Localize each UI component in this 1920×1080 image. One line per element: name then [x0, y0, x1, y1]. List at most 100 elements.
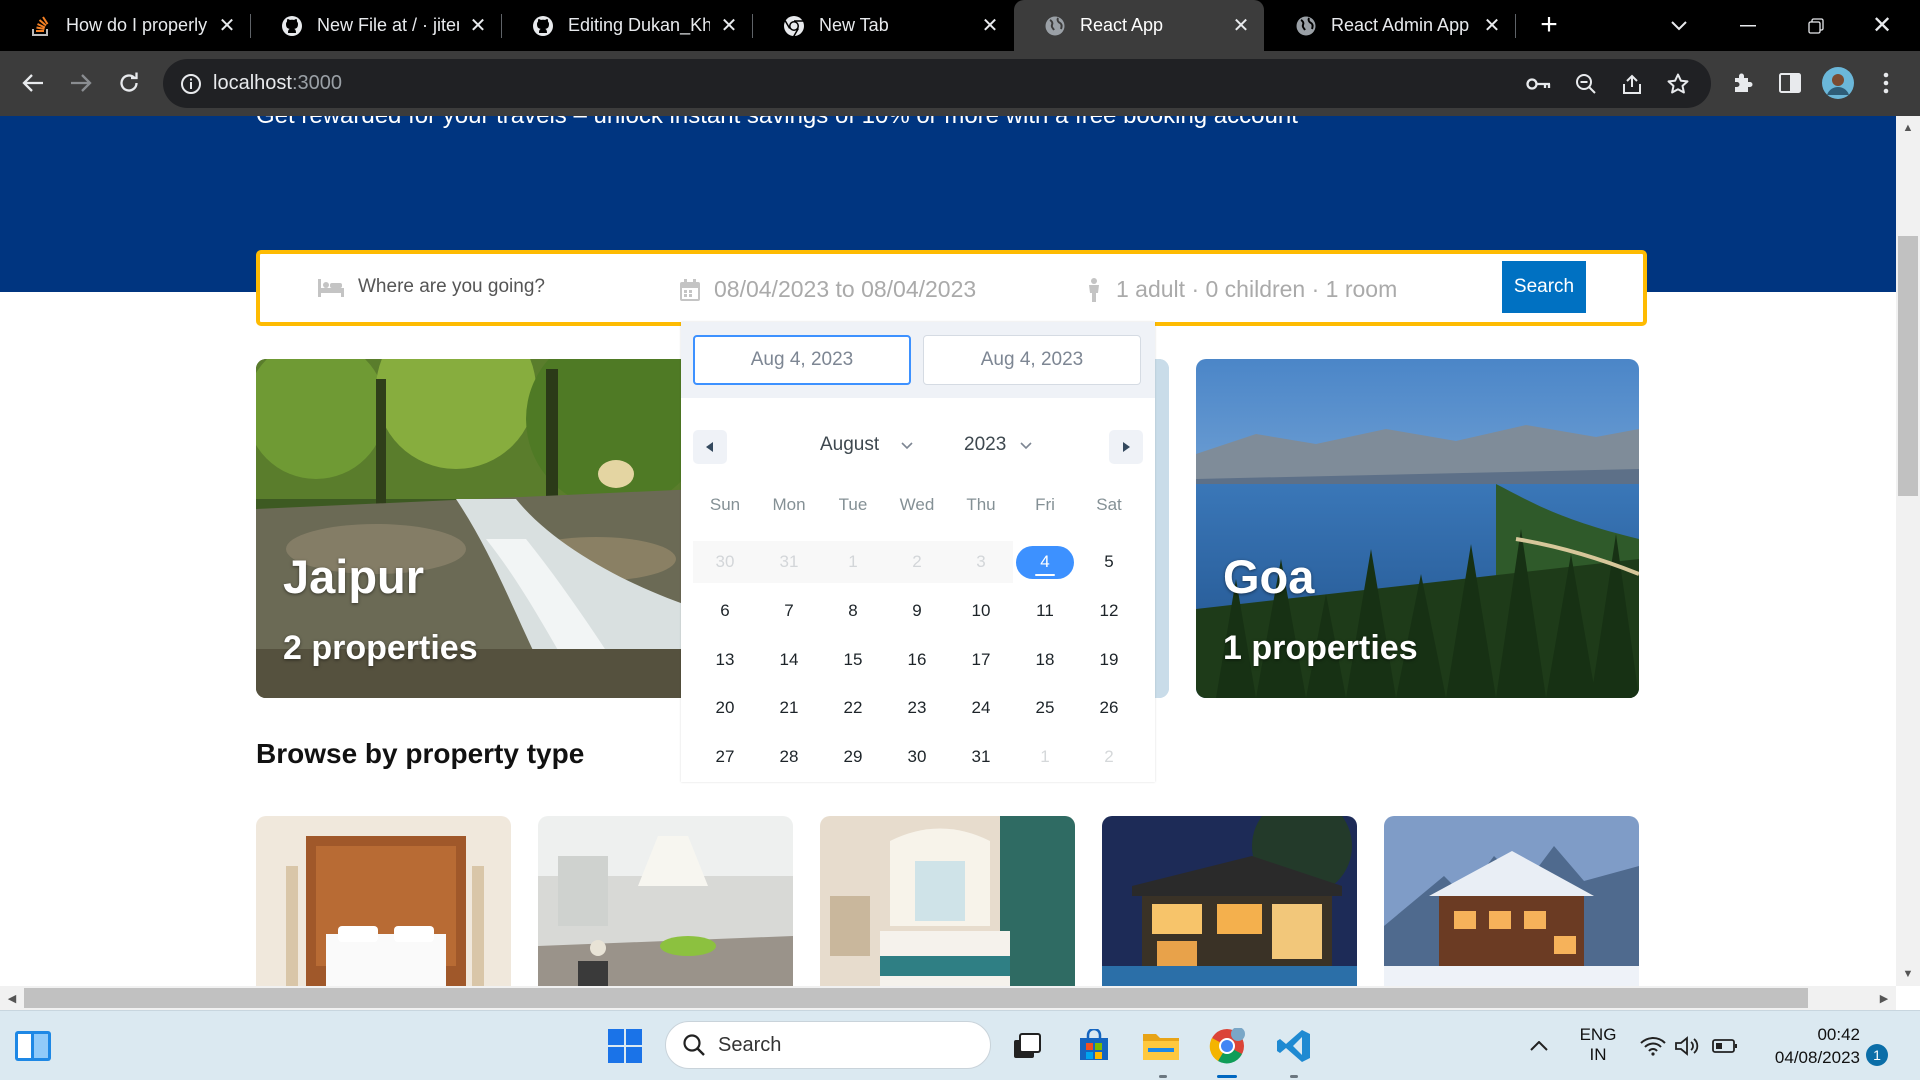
scroll-right-arrow-icon[interactable]: ▶	[1872, 986, 1896, 1010]
calendar-day[interactable]: 23	[885, 687, 949, 729]
scroll-down-arrow-icon[interactable]: ▼	[1896, 962, 1920, 986]
calendar-day[interactable]: 17	[949, 639, 1013, 681]
tab-search-icon[interactable]	[1652, 0, 1706, 51]
property-type-hotel[interactable]	[256, 816, 511, 986]
close-icon[interactable]: ✕	[979, 15, 1001, 37]
widgets-icon[interactable]	[12, 1025, 54, 1067]
calendar-day[interactable]: 29	[821, 736, 885, 778]
prev-month-button[interactable]	[693, 430, 727, 464]
calendar-day[interactable]: 27	[693, 736, 757, 778]
close-icon[interactable]: ✕	[718, 15, 740, 37]
calendar-day[interactable]: 7	[757, 590, 821, 632]
restore-icon[interactable]	[1789, 0, 1843, 51]
file-explorer-icon[interactable]	[1140, 1025, 1182, 1067]
calendar-day[interactable]: 13	[693, 639, 757, 681]
close-icon[interactable]: ✕	[1230, 15, 1252, 37]
calendar-day[interactable]: 8	[821, 590, 885, 632]
tab-new-tab[interactable]: New Tab ✕	[753, 0, 1013, 51]
calendar-day[interactable]: 22	[821, 687, 885, 729]
search-button[interactable]: Search	[1502, 261, 1586, 313]
address-bar[interactable]: localhost:3000	[163, 59, 1711, 108]
language-indicator[interactable]: ENG IN	[1574, 1025, 1622, 1065]
calendar-day[interactable]: 9	[885, 590, 949, 632]
property-type-resort[interactable]	[820, 816, 1075, 986]
end-date-input[interactable]: Aug 4, 2023	[923, 335, 1141, 385]
side-panel-icon[interactable]	[1770, 63, 1810, 103]
show-hidden-icons-icon[interactable]	[1518, 1025, 1560, 1067]
vertical-scroll-thumb[interactable]	[1898, 236, 1918, 496]
featured-card-jaipur[interactable]: Jaipur 2 properties	[256, 359, 698, 698]
share-icon[interactable]	[1619, 71, 1645, 97]
close-window-icon[interactable]: ✕	[1855, 0, 1909, 51]
calendar-day[interactable]: 31	[949, 736, 1013, 778]
property-type-cabin[interactable]	[1384, 816, 1639, 986]
new-tab-button[interactable]: +	[1532, 8, 1566, 42]
tab-react-admin-app[interactable]: React Admin App ✕	[1265, 0, 1516, 51]
calendar-day[interactable]: 16	[885, 639, 949, 681]
minimize-icon[interactable]	[1721, 0, 1775, 51]
calendar-day[interactable]: 15	[821, 639, 885, 681]
calendar-day[interactable]: 25	[1013, 687, 1077, 729]
scroll-left-arrow-icon[interactable]: ◀	[0, 986, 24, 1010]
calendar-day[interactable]: 20	[693, 687, 757, 729]
reload-icon[interactable]	[109, 63, 149, 103]
microsoft-store-icon[interactable]	[1073, 1025, 1115, 1067]
taskbar-search[interactable]: Search	[665, 1021, 991, 1069]
calendar-day[interactable]: 24	[949, 687, 1013, 729]
tab-github-editing[interactable]: Editing Dukan_Khat ✕	[502, 0, 753, 51]
tab-react-app[interactable]: React App ✕	[1014, 0, 1264, 51]
volume-icon[interactable]	[1666, 1025, 1708, 1067]
close-icon[interactable]: ✕	[1481, 15, 1503, 37]
start-date-input[interactable]: Aug 4, 2023	[693, 335, 911, 385]
tab-github-new-file[interactable]: New File at / · jitend ✕	[251, 0, 502, 51]
property-type-apartment[interactable]	[538, 816, 793, 986]
guests-field[interactable]: 1 adult · 0 children · 1 room	[1086, 276, 1397, 303]
chrome-taskbar-icon[interactable]	[1206, 1025, 1248, 1067]
windows-taskbar: Search ENG IN 00:42 04/08/2023 1	[0, 1010, 1920, 1080]
bookmark-star-icon[interactable]	[1665, 71, 1691, 97]
destination-field[interactable]: Where are you going?	[318, 276, 545, 298]
calendar-day[interactable]: 14	[757, 639, 821, 681]
calendar-day[interactable]: 19	[1077, 639, 1141, 681]
property-type-villa[interactable]	[1102, 816, 1357, 986]
close-icon[interactable]: ✕	[467, 15, 489, 37]
zoom-out-icon[interactable]	[1573, 71, 1599, 97]
password-key-icon[interactable]	[1526, 71, 1552, 97]
calendar-day[interactable]: 18	[1013, 639, 1077, 681]
calendar-day[interactable]: 11	[1013, 590, 1077, 632]
battery-icon[interactable]	[1704, 1025, 1746, 1067]
calendar-day[interactable]: 28	[757, 736, 821, 778]
back-icon[interactable]	[13, 63, 53, 103]
horizontal-scroll-thumb[interactable]	[24, 988, 1808, 1008]
calendar-day-next-month[interactable]: 2	[1077, 736, 1141, 778]
tab-stackoverflow[interactable]: How do I properly f ✕	[0, 0, 251, 51]
next-month-button[interactable]	[1109, 430, 1143, 464]
vscode-icon[interactable]	[1273, 1025, 1315, 1067]
scroll-up-arrow-icon[interactable]: ▲	[1896, 116, 1920, 140]
month-select[interactable]: August	[820, 434, 913, 456]
calendar-day[interactable]: 5	[1077, 541, 1141, 583]
extensions-icon[interactable]	[1722, 63, 1762, 103]
url-port: :3000	[291, 72, 342, 94]
calendar-day[interactable]: 30	[885, 736, 949, 778]
start-windows-icon[interactable]	[604, 1025, 646, 1067]
calendar-day-selected[interactable]: 4	[1013, 541, 1077, 583]
chrome-menu-icon[interactable]	[1866, 63, 1906, 103]
calendar-day[interactable]: 21	[757, 687, 821, 729]
forward-icon[interactable]	[61, 63, 101, 103]
calendar-day[interactable]: 12	[1077, 590, 1141, 632]
year-select[interactable]: 2023	[964, 434, 1032, 456]
calendar-day[interactable]: 26	[1077, 687, 1141, 729]
notification-badge[interactable]: 1	[1866, 1044, 1888, 1066]
featured-card-goa[interactable]: Goa 1 properties	[1196, 359, 1639, 698]
calendar-day[interactable]: 6	[693, 590, 757, 632]
calendar-day[interactable]: 10	[949, 590, 1013, 632]
date-range-field[interactable]: 08/04/2023 to 08/04/2023	[680, 276, 976, 303]
section-title: Browse by property type	[256, 738, 585, 769]
profile-avatar[interactable]	[1818, 63, 1858, 103]
task-view-icon[interactable]	[1006, 1025, 1048, 1067]
close-icon[interactable]: ✕	[216, 15, 238, 37]
calendar-day-next-month[interactable]: 1	[1013, 736, 1077, 778]
clock[interactable]: 00:42 04/08/2023	[1775, 1023, 1860, 1069]
site-info-icon[interactable]	[179, 72, 203, 96]
